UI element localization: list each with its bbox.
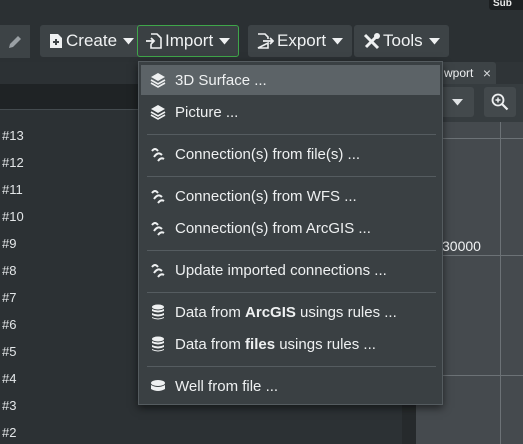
create-button[interactable]: Create bbox=[40, 25, 144, 57]
menu-item-data-from-arcgis[interactable]: Data from ArcGIS usings rules ... bbox=[141, 297, 440, 327]
list-item[interactable]: #7 bbox=[2, 291, 16, 305]
menu-separator bbox=[147, 366, 436, 367]
zoom-button[interactable] bbox=[484, 87, 516, 117]
database-icon bbox=[150, 336, 166, 352]
label-part: usings rules ... bbox=[275, 335, 376, 353]
create-label: Create bbox=[66, 31, 118, 50]
menu-item-data-from-files[interactable]: Data from files usings rules ... bbox=[141, 329, 440, 359]
menu-item-label: Data from files usings rules ... bbox=[175, 336, 376, 353]
caret-down-icon bbox=[428, 37, 440, 44]
list-item[interactable]: #12 bbox=[2, 156, 24, 170]
caret-down-icon bbox=[219, 37, 231, 44]
edit-tool-button[interactable] bbox=[0, 25, 30, 58]
grid-coordinate-label: 30000 bbox=[442, 238, 481, 254]
menu-item-label: Update imported connections ... bbox=[175, 261, 387, 279]
menu-item-label: Connection(s) from file(s) ... bbox=[175, 145, 361, 163]
zoom-in-icon bbox=[491, 93, 509, 111]
menu-item-picture[interactable]: Picture ... bbox=[141, 97, 440, 127]
menu-item-label: Connection(s) from WFS ... bbox=[175, 187, 357, 205]
connection-icon bbox=[150, 262, 166, 278]
label-part: Data from bbox=[175, 335, 246, 353]
import-menu: 3D Surface ... Picture ... Connection(s)… bbox=[138, 61, 443, 405]
wrench-screwdriver-icon bbox=[363, 32, 380, 49]
list-item[interactable]: #6 bbox=[2, 318, 16, 332]
menu-separator bbox=[147, 176, 436, 177]
menu-item-label: Data from ArcGIS usings rules ... bbox=[175, 304, 397, 321]
list-item[interactable]: #8 bbox=[2, 264, 16, 278]
caret-down-icon bbox=[332, 37, 344, 44]
well-icon bbox=[150, 378, 166, 394]
list-item[interactable]: #2 bbox=[2, 426, 16, 440]
menu-item-label: 3D Surface ... bbox=[175, 71, 267, 89]
connection-icon bbox=[150, 146, 166, 162]
list-item[interactable]: #11 bbox=[2, 183, 23, 197]
view-mode-dropdown[interactable] bbox=[440, 87, 474, 117]
label-part: usings rules ... bbox=[295, 303, 397, 321]
list-item[interactable]: #13 bbox=[2, 129, 24, 143]
menu-item-update-imported-connections[interactable]: Update imported connections ... bbox=[141, 255, 440, 285]
list-item[interactable]: #4 bbox=[2, 372, 16, 386]
menu-item-connections-from-wfs[interactable]: Connection(s) from WFS ... bbox=[141, 181, 440, 211]
label-part: Data from bbox=[175, 303, 246, 321]
tools-label: Tools bbox=[383, 31, 423, 50]
list-item[interactable]: #5 bbox=[2, 345, 16, 359]
tools-button[interactable]: Tools bbox=[354, 25, 449, 57]
caret-down-icon bbox=[123, 37, 135, 44]
connection-icon bbox=[150, 188, 166, 204]
label-bold-part: ArcGIS bbox=[245, 303, 296, 321]
import-label: Import bbox=[165, 31, 214, 50]
pencil-icon bbox=[9, 35, 21, 48]
viewport-tab-label: wport bbox=[444, 66, 474, 80]
menu-separator bbox=[147, 250, 436, 251]
menu-item-label: Picture ... bbox=[175, 103, 239, 121]
close-icon[interactable]: × bbox=[483, 62, 491, 84]
menu-item-3d-surface[interactable]: 3D Surface ... bbox=[141, 65, 440, 95]
caret-down-icon bbox=[451, 98, 463, 105]
list-item[interactable]: #10 bbox=[2, 210, 24, 224]
menu-item-label: Well from file ... bbox=[175, 377, 279, 395]
export-button[interactable]: Export bbox=[248, 25, 353, 57]
menu-item-connections-from-arcgis[interactable]: Connection(s) from ArcGIS ... bbox=[141, 213, 440, 243]
menu-item-label: Connection(s) from ArcGIS ... bbox=[175, 219, 371, 237]
export-icon bbox=[257, 33, 274, 49]
grid-line bbox=[500, 122, 501, 444]
tab-viewport[interactable]: wport × bbox=[440, 62, 496, 84]
export-label: Export bbox=[277, 31, 327, 50]
layers-icon bbox=[150, 72, 166, 88]
new-file-icon bbox=[50, 34, 62, 48]
menu-item-connections-from-files[interactable]: Connection(s) from file(s) ... bbox=[141, 139, 440, 169]
list-item[interactable]: #9 bbox=[2, 237, 16, 251]
label-bold-part: files bbox=[245, 335, 276, 353]
import-icon bbox=[146, 33, 162, 49]
menu-separator bbox=[147, 134, 436, 135]
corner-label: Sub bbox=[489, 0, 523, 10]
connection-icon bbox=[150, 220, 166, 236]
import-button[interactable]: Import bbox=[137, 25, 240, 57]
menu-item-well-from-file[interactable]: Well from file ... bbox=[141, 371, 440, 401]
layers-icon bbox=[150, 104, 166, 120]
list-item[interactable]: #3 bbox=[2, 399, 16, 413]
menu-separator bbox=[147, 292, 436, 293]
database-icon bbox=[150, 304, 166, 320]
panel-header-strip bbox=[0, 84, 140, 110]
